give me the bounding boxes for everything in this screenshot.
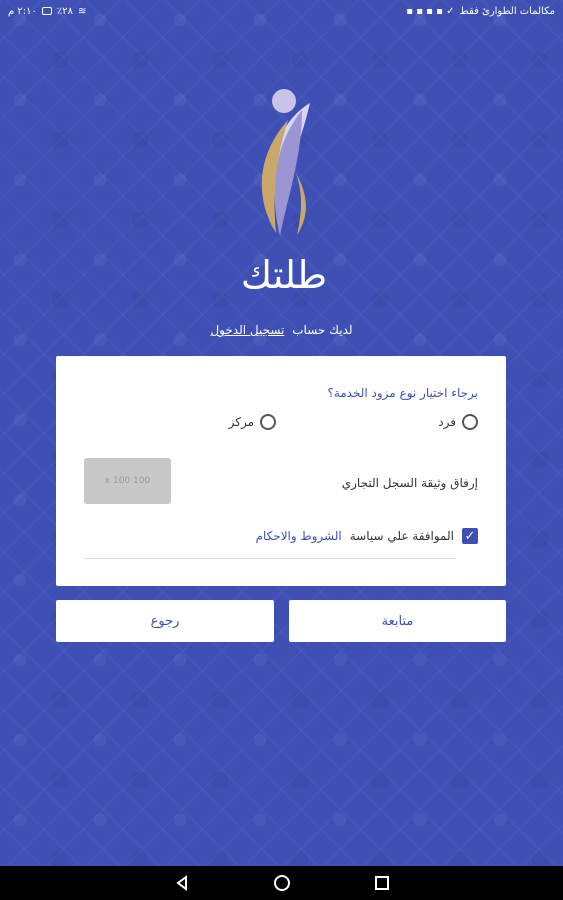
home-nav-icon[interactable] — [272, 873, 292, 893]
back-nav-icon[interactable] — [172, 873, 192, 893]
checkbox-checked-icon[interactable]: ✓ — [462, 528, 478, 544]
back-button[interactable]: رجوع — [56, 600, 274, 642]
status-notification: مكالمات الطوارئ فقط — [459, 5, 555, 17]
login-link[interactable]: تسجيل الدخول — [210, 323, 284, 337]
attach-document-label: إرفاق وثيقة السجل التجاري — [341, 476, 478, 490]
status-bar: ٢:١٠ م ٪٢٨ ≋ ▪ ▪ ▪ ▪ ✓ مكالمات الطوارئ ف… — [0, 0, 563, 22]
navigation-bar — [0, 866, 563, 900]
logo-head-icon — [272, 89, 296, 113]
attach-image-placeholder[interactable]: 100 x 100 — [84, 458, 171, 504]
notification-icons: ▪ ▪ ▪ ▪ ✓ — [406, 5, 455, 17]
status-left: ٢:١٠ م ٪٢٨ ≋ — [8, 6, 86, 17]
terms-link[interactable]: الشروط والاحكام — [256, 529, 342, 543]
recents-nav-icon[interactable] — [372, 873, 392, 893]
provider-type-question: برجاء اختيار نوع مزود الخدمة؟ — [327, 386, 478, 400]
radio-option-center[interactable]: مركز — [229, 414, 276, 430]
radio-label-individual: فرد — [438, 415, 456, 429]
brand-name: طلتك — [241, 253, 327, 297]
next-button[interactable]: متابعة — [289, 600, 506, 642]
terms-agreement[interactable]: ✓ الموافقة علي سياسة الشروط والاحكام — [256, 528, 478, 544]
provider-form-card: برجاء اختيار نوع مزود الخدمة؟ فرد مركز إ… — [56, 356, 506, 586]
logo-gold-stroke — [296, 173, 306, 235]
radio-option-individual[interactable]: فرد — [438, 414, 478, 430]
login-prompt: لديك حساب تسجيل الدخول — [0, 323, 563, 337]
brand-logo: طلتك — [241, 89, 327, 297]
divider — [84, 558, 456, 559]
status-right: ▪ ▪ ▪ ▪ ✓ مكالمات الطوارئ فقط — [406, 6, 555, 17]
radio-icon[interactable] — [462, 414, 478, 430]
battery-level: ٪٢٨ — [56, 5, 73, 17]
wifi-icon: ≋ — [77, 5, 87, 17]
battery-icon — [41, 7, 52, 15]
radio-label-center: مركز — [228, 415, 254, 429]
status-time: ٢:١٠ م — [8, 5, 37, 17]
radio-icon[interactable] — [260, 414, 276, 430]
terms-prefix: الموافقة علي سياسة — [349, 529, 454, 543]
login-prompt-text: لديك حساب — [292, 323, 353, 337]
